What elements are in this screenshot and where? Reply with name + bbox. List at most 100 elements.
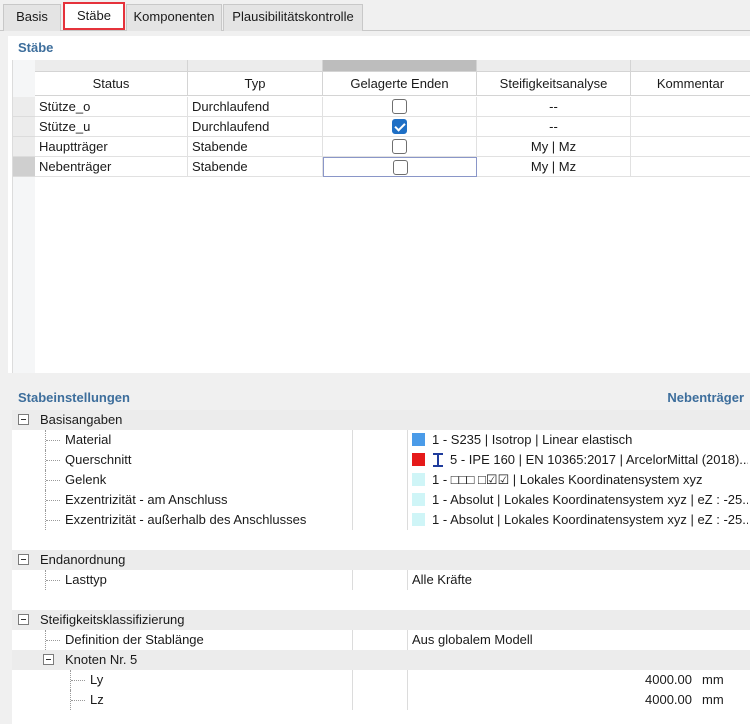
cell-steifigkeitsanalyse[interactable]: My | Mz <box>477 157 631 177</box>
group-endanordnung[interactable]: Endanordnung <box>12 550 750 570</box>
divider <box>407 510 408 530</box>
row-header[interactable] <box>13 137 35 157</box>
cell-gelagerte-enden[interactable] <box>323 137 477 157</box>
property-label: Material <box>65 432 112 447</box>
divider <box>352 510 353 530</box>
tab-plausibilitaetskontrolle[interactable]: Plausibilitätskontrolle <box>223 4 363 31</box>
cell-steifigkeitsanalyse[interactable]: My | Mz <box>477 137 631 157</box>
cell-typ[interactable]: Stabende <box>188 157 323 177</box>
cell-typ[interactable]: Durchlaufend <box>188 97 323 117</box>
group-steifigkeitsklassifizierung[interactable]: Steifigkeitsklassifizierung <box>12 610 750 630</box>
collapse-icon[interactable] <box>18 554 29 565</box>
property-label: Gelenk <box>65 472 107 487</box>
property-value[interactable]: 1 - Absolut | Lokales Koordinatensystem … <box>432 490 748 509</box>
cell-steifigkeitsanalyse[interactable]: -- <box>477 97 631 117</box>
divider <box>407 490 408 510</box>
property-label: Definition der Stablänge <box>65 632 204 647</box>
property-row-exzentrizitaet-anschluss[interactable]: Exzentrizität - am Anschluss 1 - Absolut… <box>12 490 750 510</box>
property-value[interactable]: 5 - IPE 160 | EN 10365:2017 | ArcelorMit… <box>450 450 748 469</box>
header-strip <box>35 60 188 72</box>
column-header-typ[interactable]: Typ <box>188 72 323 96</box>
property-row-lasttyp[interactable]: Lasttyp Alle Kräfte <box>12 570 750 590</box>
tab-staebe[interactable]: Stäbe <box>63 2 125 30</box>
divider <box>352 630 353 650</box>
divider <box>407 570 408 590</box>
divider <box>407 430 408 450</box>
checkbox[interactable] <box>392 99 407 115</box>
cell-kommentar[interactable] <box>631 117 750 137</box>
i-beam-icon <box>433 453 443 467</box>
divider <box>407 470 408 490</box>
checkbox[interactable] <box>392 139 407 155</box>
collapse-icon[interactable] <box>18 414 29 425</box>
collapse-icon[interactable] <box>18 614 29 625</box>
property-value[interactable]: Aus globalem Modell <box>412 630 748 649</box>
property-value[interactable]: 1 - Absolut | Lokales Koordinatensystem … <box>432 510 748 529</box>
property-value[interactable]: 1 - □□□ □☑☑ | Lokales Koordinatensystem … <box>432 470 748 489</box>
cell-typ[interactable]: Stabende <box>188 137 323 157</box>
table-row[interactable]: Stütze_o Durchlaufend -- <box>35 97 750 117</box>
group-label: Knoten Nr. 5 <box>65 652 138 667</box>
tree-connector <box>45 450 65 470</box>
divider <box>407 690 408 710</box>
cell-typ[interactable]: Durchlaufend <box>188 117 323 137</box>
cell-status[interactable]: Stütze_u <box>35 117 188 137</box>
row-header[interactable] <box>13 97 35 117</box>
selected-member-label: Nebenträger <box>667 390 744 405</box>
property-value[interactable]: Alle Kräfte <box>412 570 748 589</box>
column-header-kommentar[interactable]: Kommentar <box>631 72 750 96</box>
tab-basis[interactable]: Basis <box>3 4 61 31</box>
row-header-selected[interactable] <box>13 157 35 177</box>
collapse-icon[interactable] <box>43 654 54 665</box>
tree-connector <box>45 430 65 450</box>
cell-kommentar[interactable] <box>631 137 750 157</box>
cell-gelagerte-enden[interactable] <box>323 97 477 117</box>
property-value[interactable]: 4000.00 <box>645 670 692 689</box>
row-header[interactable] <box>13 117 35 137</box>
column-header-steifigkeitsanalyse[interactable]: Steifigkeitsanalyse <box>477 72 631 96</box>
table-row[interactable]: Nebenträger Stabende My | Mz <box>35 157 750 177</box>
property-value[interactable]: 1 - S235 | Isotrop | Linear elastisch <box>432 430 748 449</box>
group-label: Endanordnung <box>40 552 126 567</box>
property-label: Lz <box>90 692 104 707</box>
property-row-ly[interactable]: Ly 4000.00 mm <box>12 670 750 690</box>
tree-connector <box>70 670 90 690</box>
property-row-gelenk[interactable]: Gelenk 1 - □□□ □☑☑ | Lokales Koordinaten… <box>12 470 750 490</box>
property-value[interactable]: 4000.00 <box>645 690 692 709</box>
divider <box>352 690 353 710</box>
cell-status[interactable]: Stütze_o <box>35 97 188 117</box>
members-table-body: Status Typ Gelagerte Enden Steifigkeitsa… <box>35 60 750 373</box>
subgroup-knoten[interactable]: Knoten Nr. 5 <box>12 650 750 670</box>
divider <box>352 470 353 490</box>
spacer <box>12 590 750 610</box>
cell-steifigkeitsanalyse[interactable]: -- <box>477 117 631 137</box>
header-strip <box>477 60 631 72</box>
settings-panel: Stabeinstellungen Nebenträger Basisangab… <box>8 384 750 724</box>
members-panel: Stäbe Status Typ Gelagerte Enden Steifig… <box>8 36 750 373</box>
property-row-exzentrizitaet-ausserhalb[interactable]: Exzentrizität - außerhalb des Anschlusse… <box>12 510 750 530</box>
column-header-gelagerte-enden[interactable]: Gelagerte Enden <box>323 72 477 96</box>
hinge-color-swatch <box>412 473 425 486</box>
group-basisangaben[interactable]: Basisangaben <box>12 410 750 430</box>
table-row[interactable]: Stütze_u Durchlaufend -- <box>35 117 750 137</box>
column-header-status[interactable]: Status <box>35 72 188 96</box>
property-label: Querschnitt <box>65 452 132 467</box>
property-row-material[interactable]: Material 1 - S235 | Isotrop | Linear ela… <box>12 430 750 450</box>
property-row-lz[interactable]: Lz 4000.00 mm <box>12 690 750 710</box>
checkbox-checked[interactable] <box>392 119 407 135</box>
tree-connector <box>45 470 65 490</box>
cell-status[interactable]: Hauptträger <box>35 137 188 157</box>
cell-gelagerte-enden[interactable] <box>323 117 477 137</box>
header-strip <box>631 60 750 72</box>
cell-status[interactable]: Nebenträger <box>35 157 188 177</box>
spacer <box>12 710 750 724</box>
table-row[interactable]: Hauptträger Stabende My | Mz <box>35 137 750 157</box>
checkbox[interactable] <box>392 160 408 176</box>
tab-komponenten[interactable]: Komponenten <box>126 4 222 31</box>
tree-connector <box>45 570 65 590</box>
property-row-querschnitt[interactable]: Querschnitt 5 - IPE 160 | EN 10365:2017 … <box>12 450 750 470</box>
cell-kommentar[interactable] <box>631 157 750 177</box>
property-row-definition-stablaenge[interactable]: Definition der Stablänge Aus globalem Mo… <box>12 630 750 650</box>
cell-gelagerte-enden[interactable] <box>323 157 477 177</box>
cell-kommentar[interactable] <box>631 97 750 117</box>
